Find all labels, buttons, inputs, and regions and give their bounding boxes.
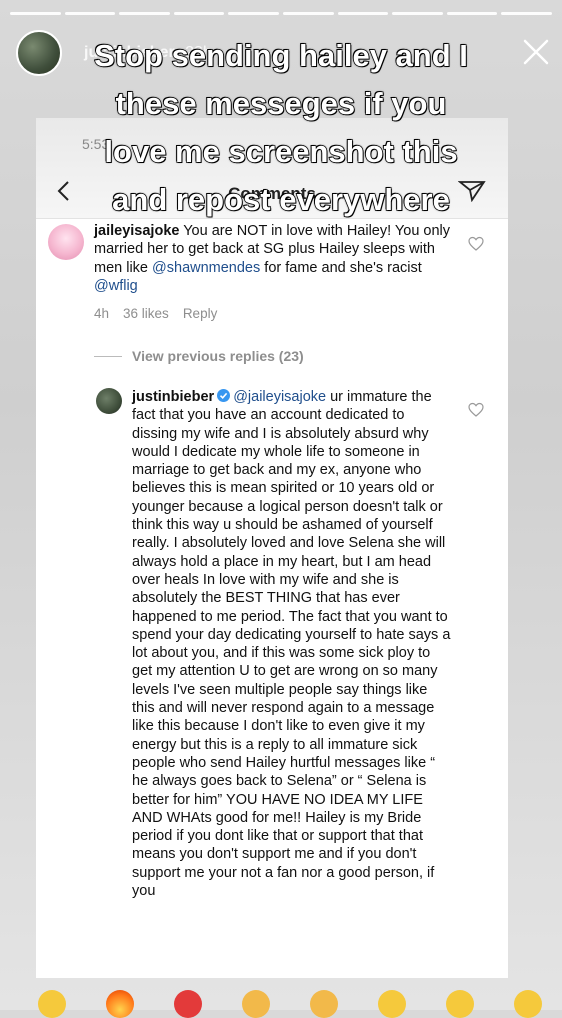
comment-body-b: for fame and she's racist xyxy=(260,259,422,276)
comment-text: jaileyisajoke You are NOT in love with H… xyxy=(94,222,464,295)
story-time: 23h xyxy=(185,44,212,61)
raising-hands-icon[interactable] xyxy=(242,990,270,1018)
view-replies-label: View previous replies (23) xyxy=(132,348,304,364)
comments-title: Comments xyxy=(228,184,316,203)
red-heart-icon[interactable] xyxy=(174,990,202,1018)
reaction-bar xyxy=(38,990,542,1018)
mention-link: @jaileyisajoke xyxy=(233,389,327,405)
smiling-face-icon[interactable] xyxy=(514,990,542,1018)
reply-avatar xyxy=(96,388,122,414)
clapping-hands-icon[interactable] xyxy=(310,990,338,1018)
story-progress-bar xyxy=(10,12,552,15)
verified-badge-icon xyxy=(217,389,231,402)
comment-time: 4h xyxy=(94,306,110,321)
comment-username: jaileyisajoke xyxy=(94,223,180,239)
comments-screenshot: 5:53 Comments jaileyisajoke You are NOT … xyxy=(36,118,508,978)
heart-outline-icon xyxy=(468,402,484,417)
comment-likes: 36 likes xyxy=(123,306,169,321)
progress-segment xyxy=(337,12,389,15)
replies-line xyxy=(94,355,122,357)
reply-link: Reply xyxy=(182,306,218,321)
reply-body: ur immature the fact that you have an ac… xyxy=(132,389,451,900)
reply-text: justinbieber @jaileyisajoke ur immature t… xyxy=(132,388,452,900)
comment-meta: 4h 36 likes Reply xyxy=(94,306,217,321)
heart-outline-icon xyxy=(468,236,484,251)
fire-icon[interactable] xyxy=(106,990,134,1018)
mention-link: @shawnmendes xyxy=(152,259,261,276)
progress-segment xyxy=(392,12,443,15)
progress-segment xyxy=(282,12,334,15)
story-username[interactable]: justinbieber 23h xyxy=(84,44,212,62)
progress-segment xyxy=(64,12,116,15)
story-avatar[interactable] xyxy=(16,30,62,76)
grinning-face-icon[interactable] xyxy=(38,990,66,1018)
commenter-avatar xyxy=(48,224,84,260)
progress-segment xyxy=(501,12,552,15)
crying-laughing-icon[interactable] xyxy=(378,990,406,1018)
progress-segment xyxy=(10,12,61,15)
story-username-text[interactable]: justinbieber xyxy=(84,44,175,61)
close-icon[interactable] xyxy=(522,38,550,66)
reply-username: justinbieber xyxy=(132,389,215,405)
divider xyxy=(36,218,508,219)
progress-segment xyxy=(173,12,225,15)
progress-segment xyxy=(228,12,279,15)
send-icon xyxy=(458,181,486,202)
heart-eyes-icon[interactable] xyxy=(446,990,474,1018)
progress-segment xyxy=(119,12,170,15)
mention-link: @wflig xyxy=(94,277,138,294)
screenshot-count: 5:53 xyxy=(82,136,110,152)
view-previous-replies: View previous replies (23) xyxy=(94,348,304,364)
progress-segment xyxy=(446,12,498,15)
